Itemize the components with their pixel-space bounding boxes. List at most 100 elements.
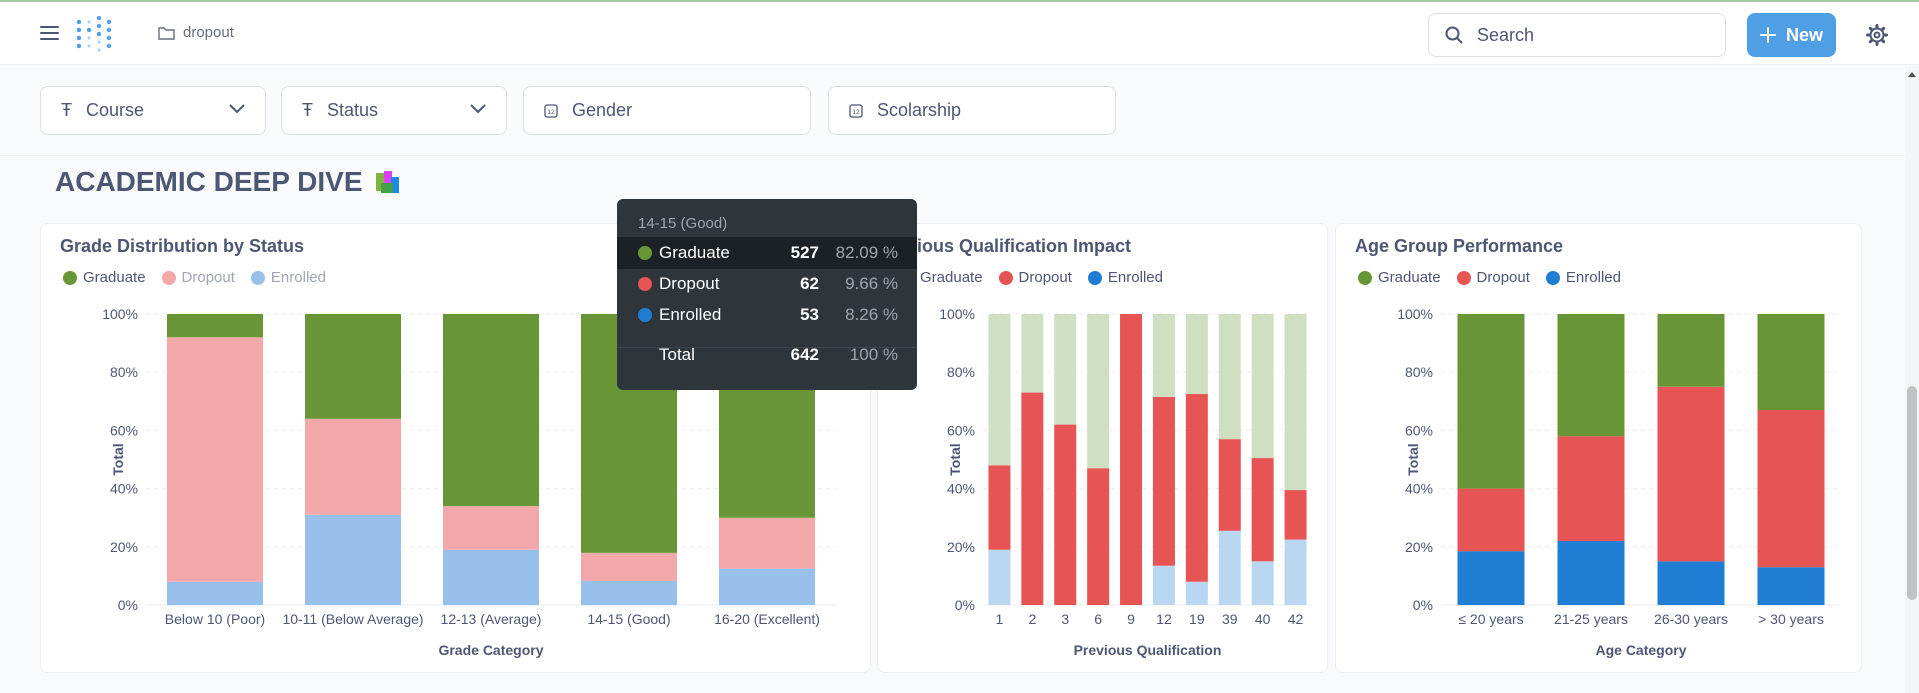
bar-segment-enrolled [1457, 551, 1525, 605]
bar-segment-dropout [1657, 386, 1725, 562]
y-tick-label: 100% [1397, 306, 1433, 322]
bar-segment-enrolled [1218, 530, 1241, 605]
search-input[interactable] [1475, 23, 1705, 47]
bar-segment-dropout [1087, 468, 1110, 605]
scroll-up-arrow-icon[interactable] [1907, 70, 1917, 78]
age-group-card: Age Group Performance Graduate Dropout E… [1335, 223, 1862, 673]
y-tick-label: 60% [1405, 422, 1433, 438]
filter-scolarship[interactable]: 12 Scolarship [828, 86, 1116, 135]
x-tick-label: 21-25 years [1554, 611, 1628, 627]
y-tick-label: 0% [118, 597, 138, 613]
scrollbar-thumb[interactable] [1907, 386, 1917, 600]
chevron-down-icon [470, 104, 486, 114]
bar-segment-enrolled [1284, 539, 1307, 605]
tooltip-label: Enrolled [659, 305, 722, 324]
tooltip-row-graduate: Graduate 527 82.09 % [617, 237, 917, 269]
chart-tooltip: 14-15 (Good) Graduate 527 82.09 % Dropou… [617, 199, 917, 390]
x-axis-title: Previous Qualification [1074, 642, 1222, 658]
y-tick-label: 20% [947, 539, 975, 555]
bar-segment-enrolled [1185, 581, 1208, 605]
bar-segment-dropout [1021, 392, 1044, 605]
search-icon [1445, 26, 1463, 44]
y-tick-label: 80% [947, 364, 975, 380]
y-tick-label: 0% [1413, 597, 1433, 613]
tooltip-percent: 9.66 % [845, 274, 898, 293]
text-type-icon: Ŧ [61, 100, 72, 120]
filter-gender[interactable]: 12 Gender [523, 86, 811, 135]
x-tick-label: 26-30 years [1654, 611, 1728, 627]
y-tick-label: 80% [110, 364, 138, 380]
metabase-logo-icon[interactable] [74, 16, 114, 52]
filter-label: Gender [572, 100, 633, 120]
y-tick-label: 20% [1405, 539, 1433, 555]
plus-icon [1759, 27, 1776, 43]
tooltip-value: 53 [800, 305, 819, 324]
x-tick-label: 1 [996, 611, 1004, 627]
bar-segment-enrolled [988, 549, 1011, 605]
bar-segment-dropout [167, 337, 263, 582]
bar-segment-graduate [1152, 314, 1175, 397]
bar-segment-dropout [443, 506, 539, 550]
x-tick-label: 12-13 (Average) [441, 611, 542, 627]
search-box[interactable] [1428, 13, 1726, 57]
tooltip-row-total: Total 642 100 % [617, 339, 917, 371]
bar-segment-graduate [1021, 314, 1044, 393]
bar-segment-graduate [443, 314, 539, 507]
breadcrumb-collection[interactable]: dropout [183, 24, 234, 41]
x-tick-label: 19 [1189, 611, 1205, 627]
x-tick-label: 16-20 (Excellent) [714, 611, 820, 627]
tooltip-value: 62 [800, 274, 819, 293]
filter-label: Scolarship [877, 100, 962, 120]
x-tick-label: 40 [1255, 611, 1271, 627]
bar-segment-enrolled [443, 549, 539, 605]
bar-segment-graduate [305, 314, 401, 419]
bar-segment-dropout [581, 552, 677, 581]
bar-segment-enrolled [1557, 540, 1625, 605]
y-axis-title: Total [110, 443, 126, 475]
bar-segment-dropout [719, 517, 815, 569]
x-tick-label: 10-11 (Below Average) [282, 611, 423, 627]
bar-segment-graduate [1657, 314, 1725, 387]
x-tick-label: > 30 years [1758, 611, 1824, 627]
svg-text:12: 12 [547, 109, 555, 116]
previous-qualification-chart[interactable]: 0%20%40%60%80%100%Total1 2 3 6 9 12 19 39 40 42Pr… [878, 224, 1329, 674]
new-button[interactable]: New [1747, 13, 1836, 57]
tooltip-value: 527 [790, 243, 819, 262]
bar-segment-graduate [167, 314, 263, 338]
filter-status[interactable]: Ŧ Status [281, 86, 507, 135]
filter-label: Status [327, 100, 379, 120]
x-tick-label: ≤ 20 years [1458, 611, 1523, 627]
tooltip-label: Dropout [659, 274, 720, 293]
tooltip-label: Graduate [659, 243, 730, 262]
text-type-icon: Ŧ [302, 100, 313, 120]
x-tick-label: 14-15 (Good) [587, 611, 670, 627]
x-tick-label: 9 [1127, 611, 1135, 627]
filter-course[interactable]: Ŧ Course [40, 86, 266, 135]
bar-segment-graduate [1457, 314, 1525, 489]
tooltip-dot [638, 277, 652, 291]
breadcrumb[interactable]: dropout [158, 24, 234, 41]
bar-segment-dropout [1152, 396, 1175, 566]
tooltip-dot [638, 308, 652, 322]
filter-bar: Ŧ Course Ŧ Status 12 Gender 12 Scolarshi… [0, 66, 1905, 156]
bar-segment-dropout [1284, 490, 1307, 540]
bar-segment-dropout [1218, 439, 1241, 531]
x-axis-title: Age Category [1595, 642, 1686, 658]
gear-icon[interactable] [1866, 24, 1888, 46]
hamburger-menu-icon[interactable] [40, 26, 59, 42]
bar-segment-dropout [988, 465, 1011, 550]
top-navigation-bar: dropout New [0, 2, 1919, 65]
age-group-chart[interactable]: 0% 20% 40% 60% 80% 100% Total ≤ 20 years 21-25 y… [1336, 224, 1863, 674]
bar-segment-dropout [1054, 424, 1077, 605]
bar-segment-graduate [1218, 314, 1241, 440]
bar-segment-graduate [1054, 314, 1077, 425]
bar-segment-enrolled [719, 568, 815, 605]
number-type-icon: 12 [544, 103, 558, 118]
x-tick-label: 2 [1028, 611, 1036, 627]
tooltip-row-dropout: Dropout 62 9.66 % [617, 268, 917, 300]
tooltip-percent: 8.26 % [845, 305, 898, 324]
y-tick-label: 60% [947, 422, 975, 438]
x-axis-title: Grade Category [438, 642, 543, 658]
bar-segment-graduate [1087, 314, 1110, 469]
filter-label: Course [86, 100, 145, 120]
